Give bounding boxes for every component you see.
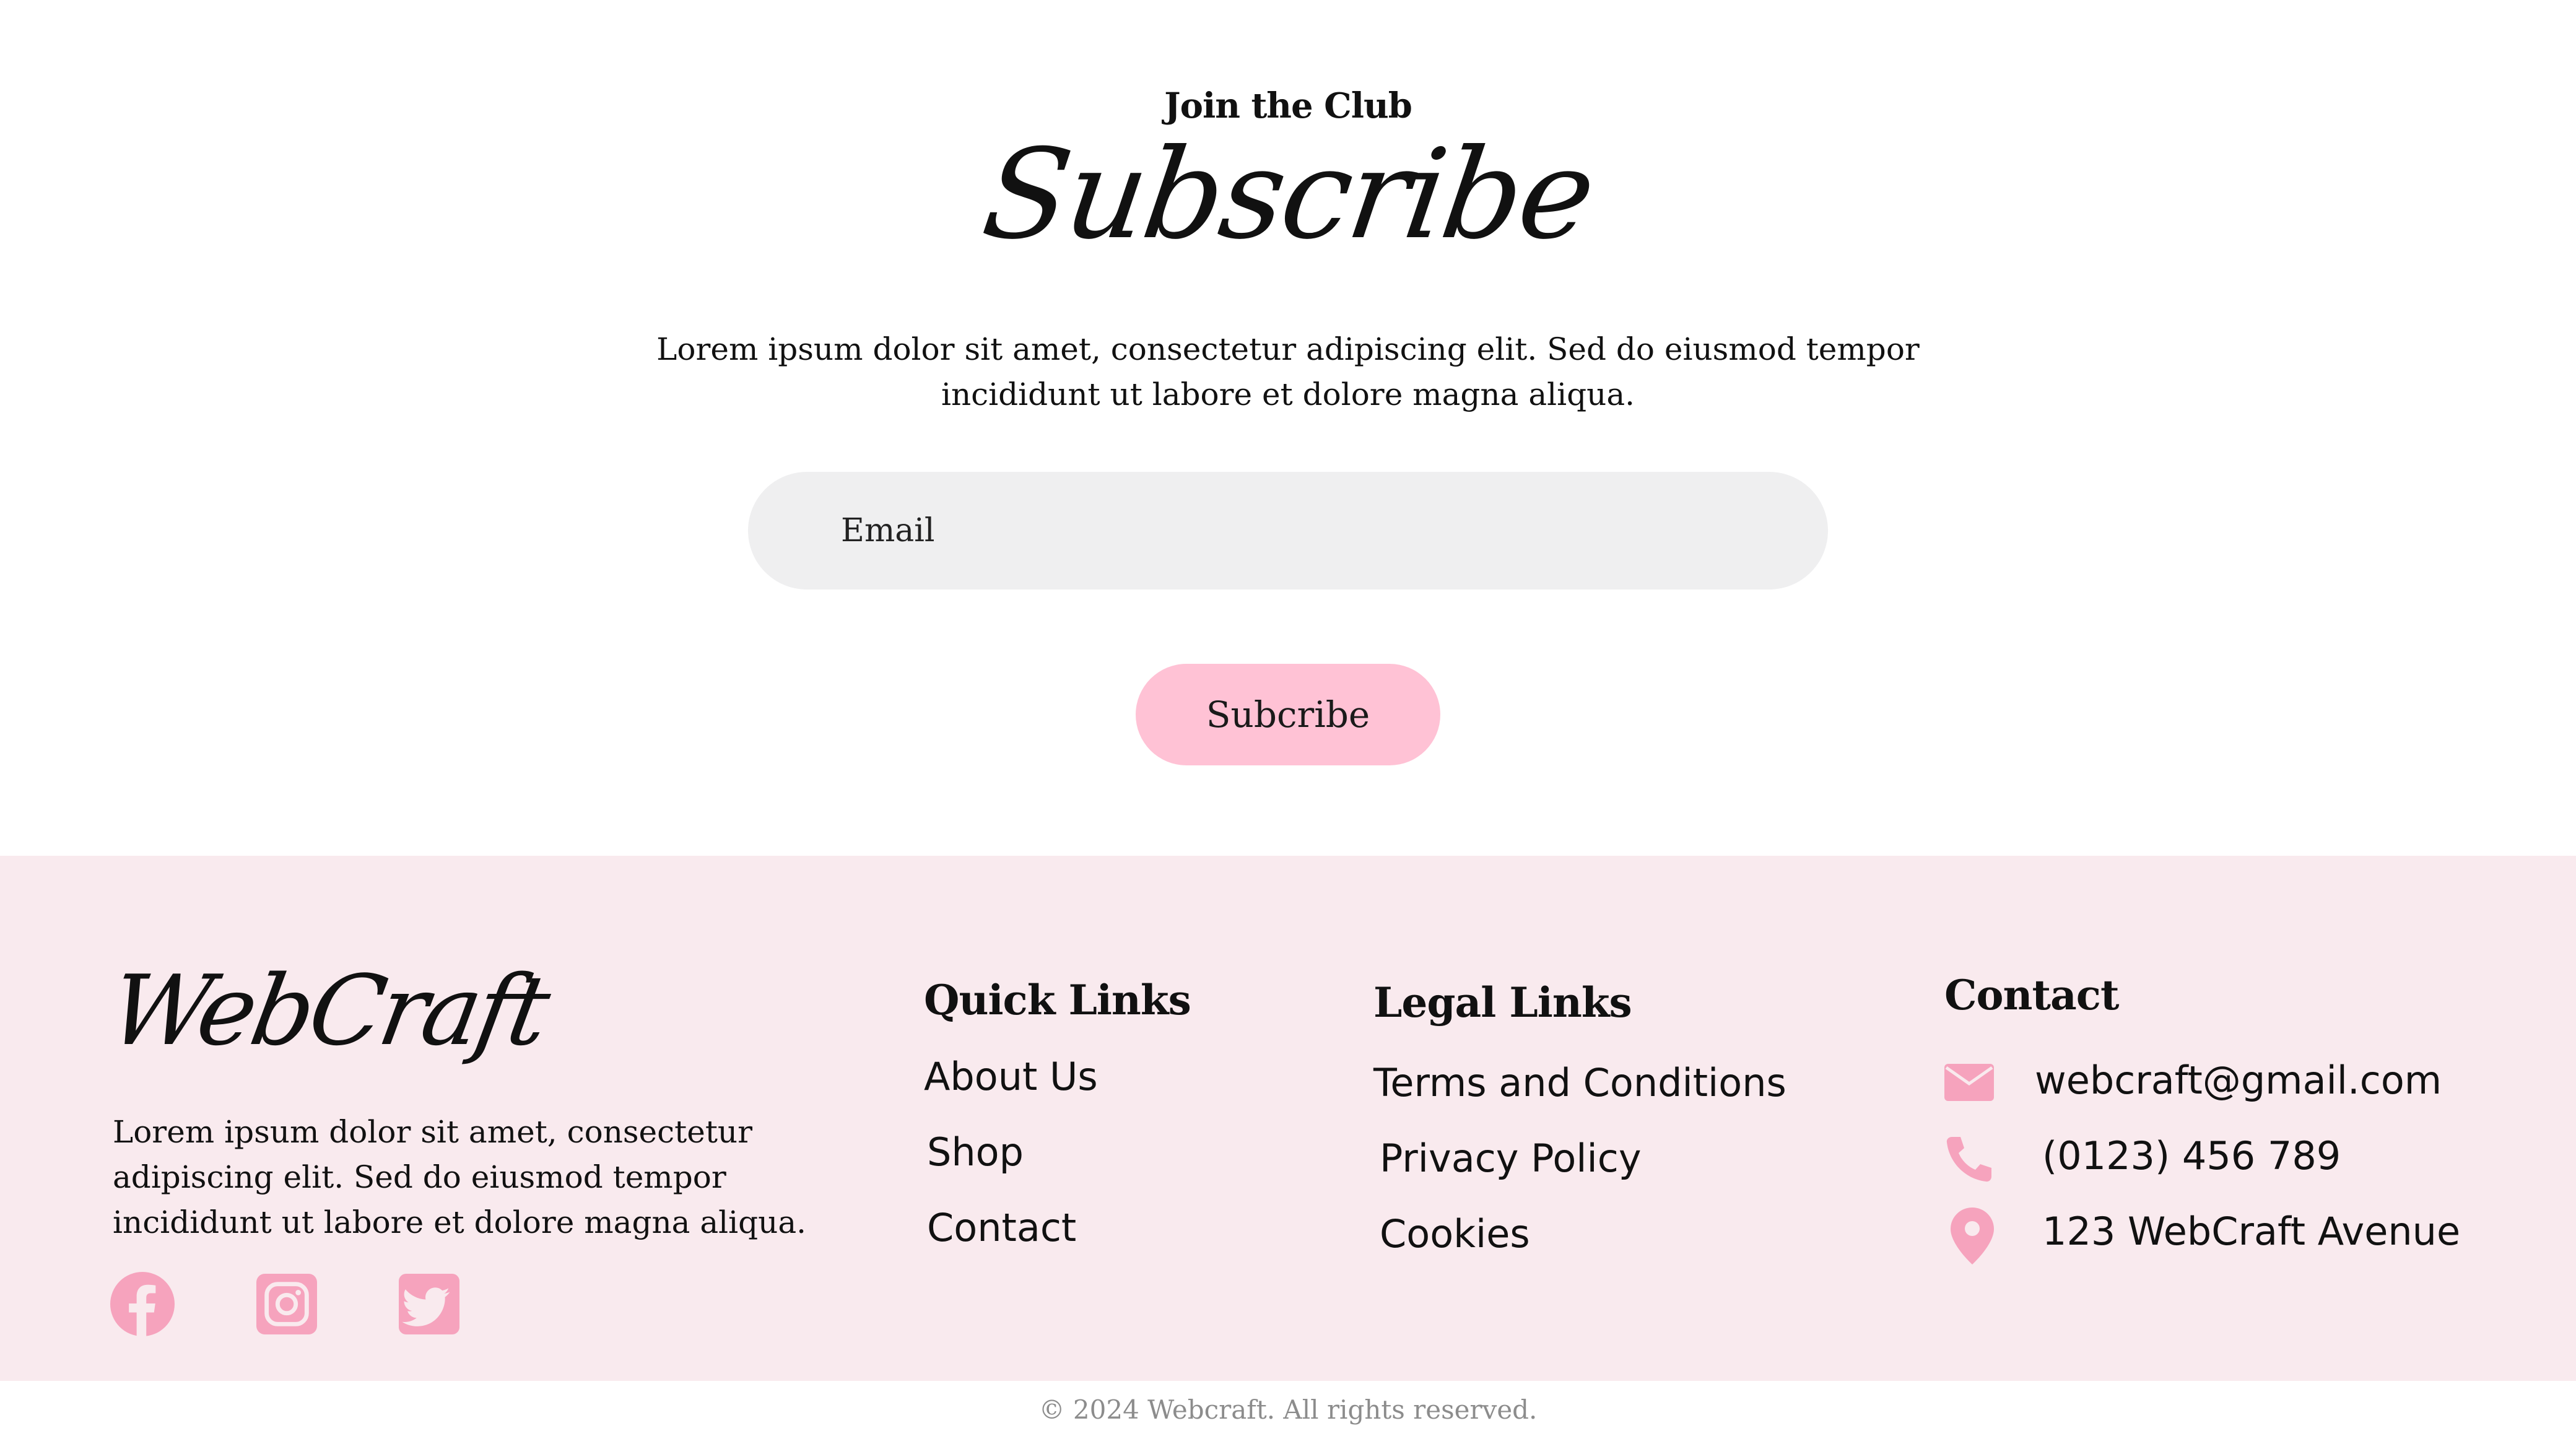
subscribe-section: Join the Club Subscribe Lorem ipsum dolo… xyxy=(0,0,2576,856)
contact-phone[interactable]: (0123) 456 789 xyxy=(2042,1133,2341,1178)
twitter-icon[interactable] xyxy=(399,1274,459,1334)
footer: WebCraft Lorem ipsum dolor sit amet, con… xyxy=(0,856,2576,1381)
subscribe-eyebrow: Join the Club xyxy=(1164,85,1412,126)
instagram-icon[interactable] xyxy=(256,1274,317,1334)
quick-links-title: Quick Links xyxy=(924,976,1191,1024)
link-cookies[interactable]: Cookies xyxy=(1380,1211,1530,1256)
link-about-us[interactable]: About Us xyxy=(924,1054,1098,1099)
envelope-icon xyxy=(1944,1064,1994,1101)
location-pin-icon xyxy=(1951,1208,1994,1264)
contact-address: 123 WebCraft Avenue xyxy=(2042,1209,2461,1254)
link-terms[interactable]: Terms and Conditions xyxy=(1373,1060,1786,1105)
copyright-text: © 2024 Webcraft. All rights reserved. xyxy=(1038,1395,1538,1425)
email-input[interactable] xyxy=(748,472,1828,590)
subscribe-button[interactable]: Subcribe xyxy=(1136,664,1440,765)
phone-icon xyxy=(1944,1134,1994,1184)
legal-links-title: Legal Links xyxy=(1373,978,1632,1027)
facebook-icon[interactable] xyxy=(110,1272,175,1336)
contact-title: Contact xyxy=(1944,971,2119,1019)
link-contact[interactable]: Contact xyxy=(927,1205,1076,1250)
subscribe-description: Lorem ipsum dolor sit amet, consectetur … xyxy=(656,331,1920,412)
brand-logo[interactable]: WebCraft xyxy=(102,954,554,1067)
brand-description: Lorem ipsum dolor sit amet, consectetur … xyxy=(113,1114,807,1240)
link-privacy-policy[interactable]: Privacy Policy xyxy=(1380,1136,1642,1181)
subscribe-title: Subscribe xyxy=(975,123,1601,267)
link-shop[interactable]: Shop xyxy=(927,1129,1024,1175)
contact-email[interactable]: webcraft@gmail.com xyxy=(2035,1058,2442,1103)
